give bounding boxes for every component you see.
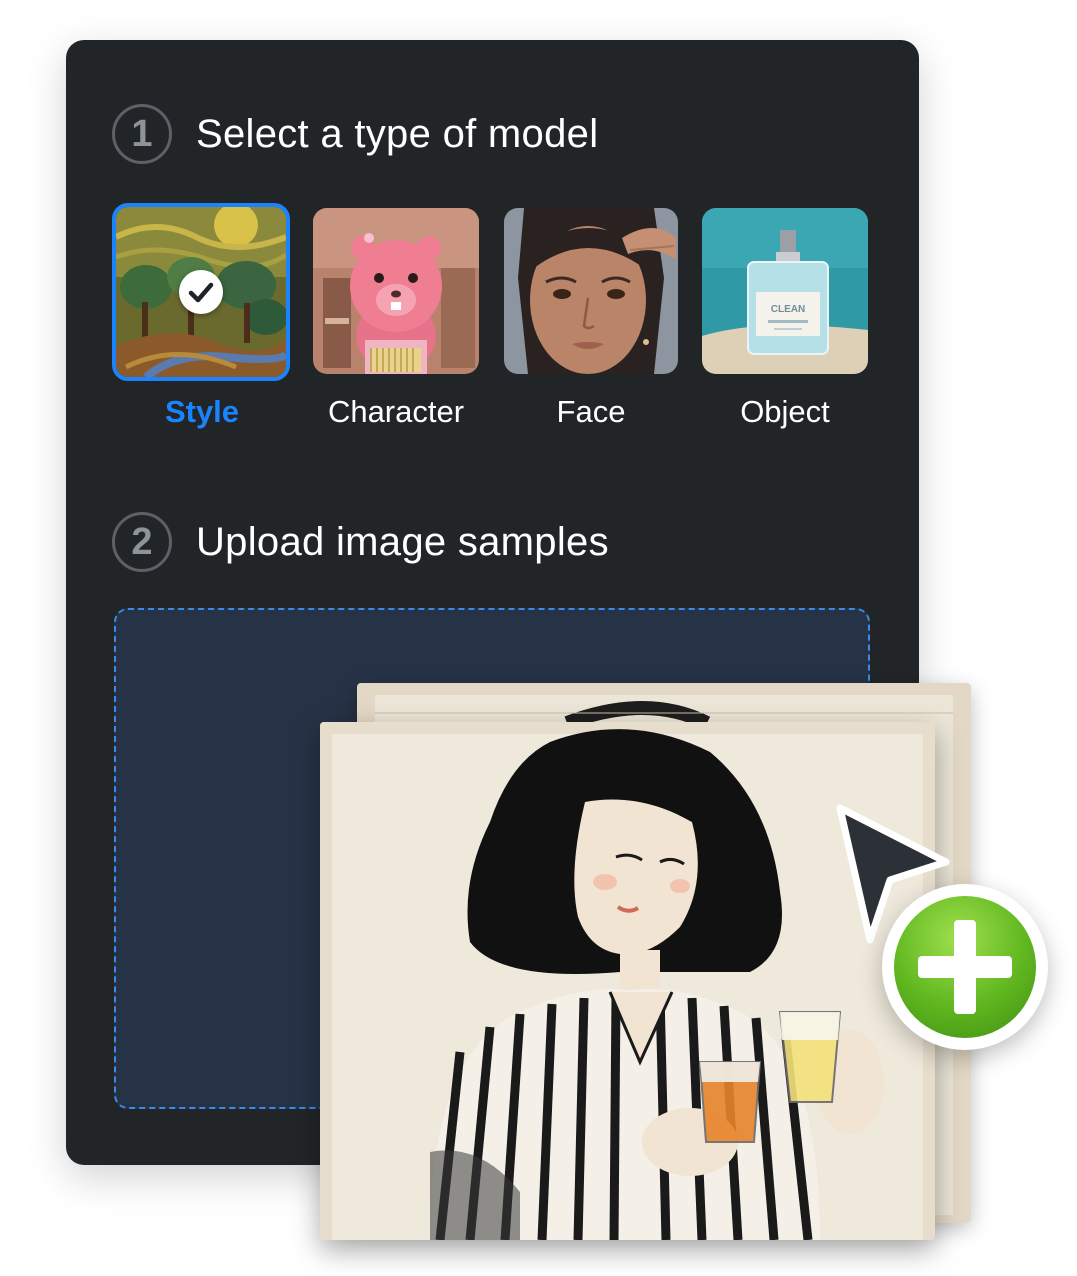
character-thumbnail: [313, 208, 479, 374]
object-thumbnail: CLEAN: [702, 208, 868, 374]
add-button-face: [894, 896, 1036, 1038]
model-type-label-face[interactable]: Face: [491, 394, 691, 430]
step-number-badge: 2: [112, 512, 172, 572]
model-type-label-character[interactable]: Character: [296, 394, 496, 430]
step-title: Select a type of model: [196, 111, 599, 156]
model-type-object-tile[interactable]: CLEAN: [702, 208, 868, 374]
selected-check-icon: [179, 270, 223, 314]
step-select-model-type: 1 Select a type of model: [112, 104, 598, 164]
model-type-label-style[interactable]: Style: [102, 394, 302, 430]
add-image-button[interactable]: [882, 884, 1048, 1050]
bottle-brand-text: CLEAN: [771, 304, 805, 315]
model-type-style-tile[interactable]: [112, 203, 290, 381]
step-number-badge: 1: [112, 104, 172, 164]
plus-icon: [918, 920, 1012, 1014]
model-type-label-object[interactable]: Object: [685, 394, 885, 430]
model-type-character-tile[interactable]: [313, 208, 479, 374]
step-title: Upload image samples: [196, 519, 609, 564]
step-upload-samples: 2 Upload image samples: [112, 512, 609, 572]
face-thumbnail: [504, 208, 678, 374]
model-type-face-tile[interactable]: [504, 208, 678, 374]
